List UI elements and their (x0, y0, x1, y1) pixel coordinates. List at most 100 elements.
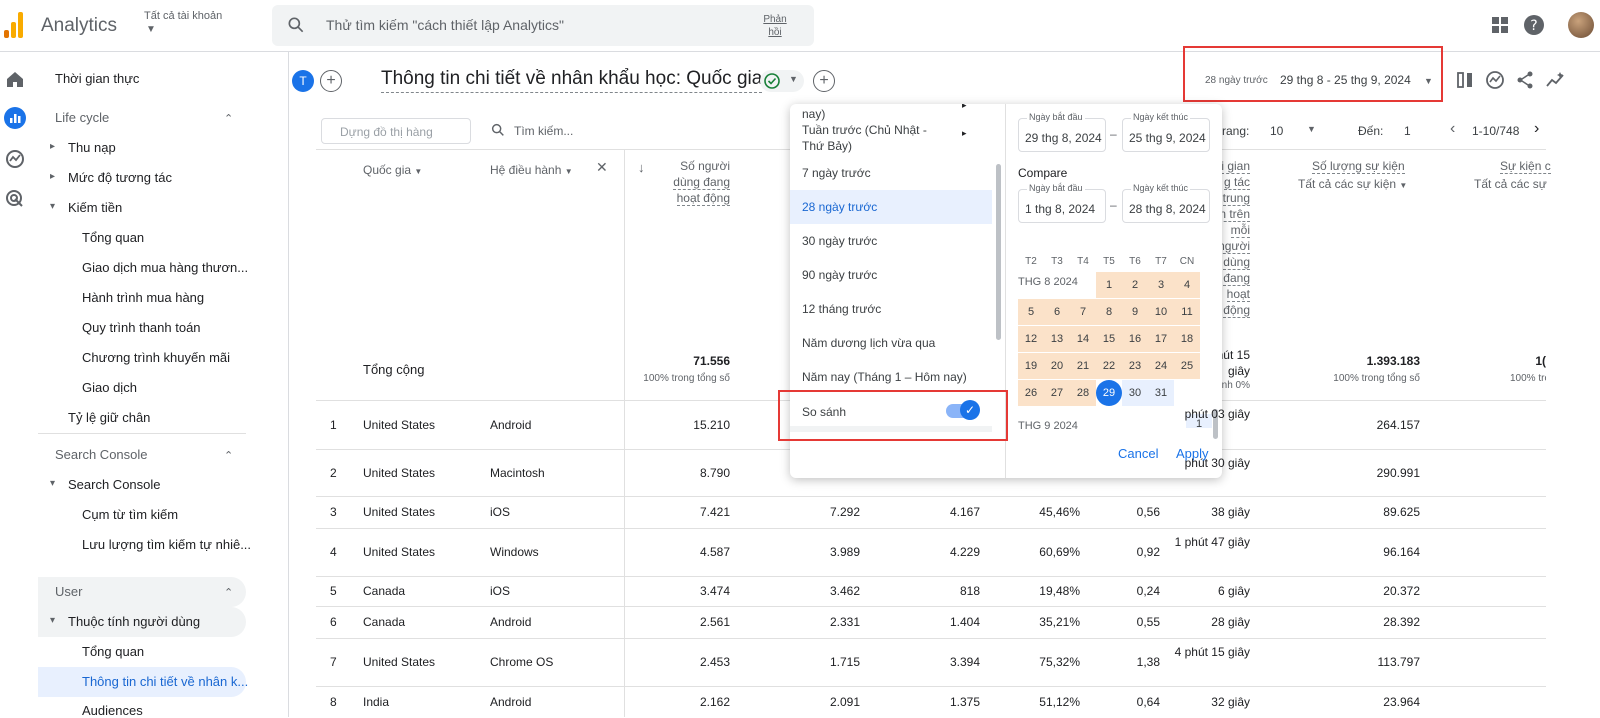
sidebar-item-retention[interactable]: Tỷ lệ giữ chân (68, 410, 150, 425)
calendar-day[interactable]: 26 (1018, 380, 1044, 406)
sidebar-item-queries[interactable]: Cụm từ tìm kiếm (82, 507, 178, 522)
header-event-count[interactable]: Số lượng sự kiện (1312, 158, 1405, 174)
calendar-day[interactable]: 6 (1044, 299, 1070, 325)
calendar-day[interactable]: 4 (1174, 272, 1200, 298)
sidebar-item-user-attributes[interactable]: ▾ Thuộc tính người dùng (50, 614, 200, 629)
explore-icon[interactable] (4, 148, 26, 170)
date-preset-item[interactable]: Năm nay (Tháng 1 – Hôm nay) (790, 360, 992, 394)
sidebar-item-purchase-journey[interactable]: Hành trình mua hàng (82, 290, 204, 305)
date-preset-item[interactable]: 12 tháng trước (790, 292, 992, 326)
prev-page-icon[interactable]: ‹ (1450, 120, 1455, 138)
search-placeholder[interactable]: Thử tìm kiếm "cách thiết lập Analytics" (326, 17, 564, 33)
calendar-day[interactable]: 23 (1122, 353, 1148, 379)
calendar-day[interactable]: 25 (1174, 353, 1200, 379)
sidebar-item-checkout[interactable]: Quy trình thanh toán (82, 320, 201, 335)
avatar[interactable] (1568, 12, 1594, 38)
rows-per-page-select[interactable]: 10 (1270, 124, 1283, 138)
advertising-icon[interactable] (4, 188, 26, 210)
end-date-field[interactable]: Ngày kết thúc 25 thg 9, 2024 (1122, 112, 1210, 152)
calendar-day[interactable]: 24 (1148, 353, 1174, 379)
sidebar-item-monetization[interactable]: ▾ Kiếm tiền (50, 200, 122, 215)
account-selector[interactable]: Tất cả tài khoản (144, 10, 222, 22)
plot-rows-button[interactable]: Dựng đồ thị hàng (321, 118, 471, 144)
start-date-field[interactable]: Ngày bắt đầu 29 thg 8, 2024 (1018, 112, 1106, 152)
calendar-day[interactable]: 29 (1096, 380, 1122, 406)
compare-start-field[interactable]: Ngày bắt đầu 1 thg 8, 2024 (1018, 183, 1106, 223)
calendar-day[interactable]: 13 (1044, 326, 1070, 352)
add-card-button[interactable]: + (813, 70, 835, 92)
trend-icon[interactable] (1544, 69, 1566, 91)
reports-icon[interactable] (4, 107, 26, 129)
add-comparison-button[interactable]: + (320, 70, 342, 92)
calendar-day[interactable]: 8 (1096, 299, 1122, 325)
sidebar-item-promotions[interactable]: Chương trình khuyến mãi (82, 350, 230, 365)
compare-icon[interactable] (1454, 69, 1476, 91)
compare-end-field[interactable]: Ngày kết thúc 28 thg 8, 2024 (1122, 183, 1210, 223)
home-icon[interactable] (4, 68, 26, 90)
sidebar-item-transactions[interactable]: Giao dịch (82, 380, 137, 395)
calendar-day[interactable]: 27 (1044, 380, 1070, 406)
calendar-day[interactable]: 12 (1018, 326, 1044, 352)
calendar-day[interactable]: 16 (1122, 326, 1148, 352)
date-preset-item[interactable]: 7 ngày trước (790, 156, 992, 190)
caret-down-icon[interactable]: ▼ (1424, 76, 1433, 86)
calendar-day[interactable]: 19 (1018, 353, 1044, 379)
calendar-day[interactable]: 17 (1148, 326, 1174, 352)
calendar-day[interactable]: 9 (1122, 299, 1148, 325)
calendar-day[interactable]: 10 (1148, 299, 1174, 325)
insights-icon[interactable] (1484, 69, 1506, 91)
cancel-button[interactable]: Cancel (1118, 446, 1158, 461)
analytics-logo[interactable] (4, 12, 26, 38)
calendar-day[interactable]: 31 (1148, 380, 1174, 406)
chevron-up-icon[interactable]: ⌃ (224, 112, 233, 125)
share-icon[interactable] (1514, 69, 1536, 91)
table-search-input[interactable]: Tìm kiếm... (514, 124, 573, 138)
goto-input[interactable]: 1 (1404, 124, 1411, 138)
chevron-up-icon[interactable]: ⌃ (224, 449, 233, 462)
sidebar-item-audiences[interactable]: Audiences (82, 703, 143, 718)
date-preset-item[interactable]: 90 ngày trước (790, 258, 992, 292)
sidebar-item-overview[interactable]: Tổng quan (82, 230, 144, 245)
event-filter-select[interactable]: Tất cả các sự kiện ▼ (1298, 176, 1407, 194)
header-key-events[interactable]: Sự kiện c (1500, 158, 1551, 174)
chevron-right-icon[interactable]: ▸ (962, 128, 967, 139)
calendar-day[interactable]: 21 (1070, 353, 1096, 379)
header-country[interactable]: Quốc gia ▼ (363, 162, 422, 180)
scrollbar[interactable] (996, 164, 1001, 340)
sidebar-item-acquisition[interactable]: ▸ Thu nạp (50, 140, 116, 155)
caret-down-icon[interactable]: ▼ (1307, 124, 1316, 134)
calendar-day[interactable]: 15 (1096, 326, 1122, 352)
next-page-icon[interactable]: › (1534, 120, 1539, 138)
section-lifecycle[interactable]: Life cycle (55, 110, 109, 125)
search-bar[interactable]: Thử tìm kiếm "cách thiết lập Analytics" … (272, 5, 814, 46)
calendar-day[interactable]: 2 (1122, 272, 1148, 298)
remove-dimension-icon[interactable]: ✕ (596, 159, 608, 175)
help-icon[interactable]: ? (1523, 14, 1545, 36)
date-preset-item[interactable]: Tuần trước (Chủ Nhật - Thứ Bảy) (790, 122, 960, 158)
calendar-day[interactable]: 11 (1174, 299, 1200, 325)
calendar-day[interactable]: 3 (1148, 272, 1174, 298)
date-preset-label[interactable]: 28 ngày trước (1205, 75, 1268, 86)
table-search[interactable]: Tìm kiếm... (490, 122, 573, 143)
calendar-day[interactable]: 30 (1122, 380, 1148, 406)
sidebar-item-organic-traffic[interactable]: Lưu lượng tìm kiếm tự nhiê... (82, 537, 251, 552)
chevron-right-icon[interactable]: ▸ (962, 104, 967, 111)
sidebar-item-demographics[interactable]: Thông tin chi tiết về nhân k... (82, 674, 248, 689)
comparison-badge[interactable]: T (292, 70, 314, 92)
calendar-day[interactable]: 14 (1070, 326, 1096, 352)
date-preset-item-selected[interactable]: 28 ngày trước (790, 190, 992, 224)
caret-down-icon[interactable]: ▼ (146, 24, 156, 35)
calendar-day[interactable]: 7 (1070, 299, 1096, 325)
sidebar-item-user-overview[interactable]: Tổng quan (82, 644, 144, 659)
calendar-day[interactable]: 1 (1096, 272, 1122, 298)
section-search-console[interactable]: Search Console (55, 447, 148, 462)
header-active-users[interactable]: Số người dùng đang hoạt động (660, 158, 730, 206)
date-preset-item[interactable]: Năm dương lịch vừa qua (790, 326, 992, 360)
sidebar-item-ecommerce[interactable]: Giao dịch mua hàng thươn... (82, 260, 248, 275)
calendar-day[interactable]: 5 (1018, 299, 1044, 325)
section-user[interactable]: User (55, 584, 82, 599)
sidebar-item-engagement[interactable]: ▸ Mức độ tương tác (50, 170, 172, 185)
calendar-day[interactable]: 28 (1070, 380, 1096, 406)
calendar-day[interactable]: 20 (1044, 353, 1070, 379)
sort-arrow-icon[interactable]: ↓ (638, 160, 645, 176)
